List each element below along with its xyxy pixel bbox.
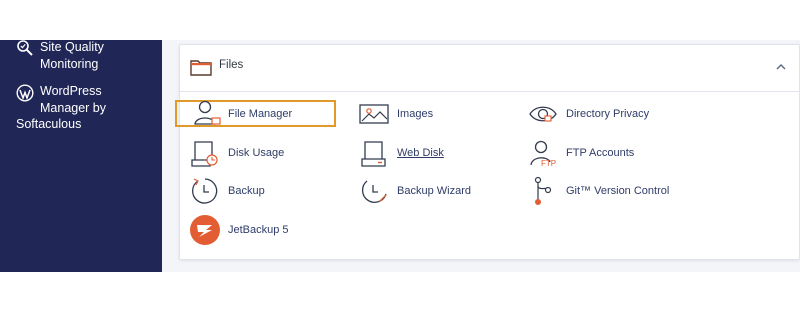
tile-label: Disk Usage [228, 147, 285, 159]
magnifier-icon [17, 40, 33, 56]
web-disk-icon [361, 141, 386, 167]
sidebar: Site Quality Monitoring WordPress Manage… [0, 40, 162, 272]
files-panel-header[interactable]: Files [180, 45, 799, 92]
tile-label: Directory Privacy [566, 108, 650, 120]
tile-disk-usage[interactable]: Disk Usage [190, 138, 340, 168]
git-icon [534, 176, 552, 205]
sidebar-item-label: WordPress [40, 84, 102, 98]
sidebar-item-label: Site Quality [40, 40, 104, 54]
eye-icon [529, 106, 557, 122]
wordpress-icon [16, 84, 34, 102]
backup-icon [192, 178, 218, 204]
tile-directory-privacy[interactable]: Directory Privacy [528, 99, 698, 129]
tile-label: Web Disk [397, 147, 444, 159]
images-icon [359, 104, 389, 124]
chevron-up-icon[interactable] [775, 62, 787, 72]
tile-label: Backup [228, 185, 265, 197]
top-bar [0, 0, 800, 40]
file-manager-icon [194, 100, 221, 125]
jetbackup-icon [190, 215, 220, 245]
tile-label: Images [397, 108, 434, 120]
svg-text:FTP: FTP [541, 159, 556, 168]
tile-backup[interactable]: Backup [190, 176, 340, 206]
tile-images[interactable]: Images [359, 99, 509, 129]
tile-label: FTP Accounts [566, 147, 635, 159]
sidebar-item-label: Monitoring [40, 56, 99, 71]
tile-jetbackup[interactable]: JetBackup 5 [190, 215, 340, 245]
backup-wizard-icon [361, 180, 387, 203]
tile-backup-wizard[interactable]: Backup Wizard [359, 176, 509, 206]
sidebar-item-label: Manager by [40, 100, 107, 115]
sidebar-item-wordpress[interactable]: WordPress Manager by Softaculous [16, 83, 106, 133]
sidebar-item-site-quality[interactable]: Site Quality Monitoring [16, 40, 104, 72]
sidebar-item-label: Softaculous [16, 117, 82, 131]
tile-label: Backup Wizard [397, 185, 471, 197]
folder-icon [190, 60, 212, 76]
tile-git-version-control[interactable]: Git™ Version Control [528, 176, 698, 206]
tile-file-manager[interactable]: File Manager [175, 100, 336, 127]
panel-title: Files [219, 59, 244, 71]
tile-label: Git™ Version Control [566, 185, 670, 197]
ftp-accounts-icon: FTP [530, 140, 556, 168]
disk-usage-icon [191, 141, 218, 167]
tile-label: File Manager [228, 107, 293, 120]
tile-web-disk[interactable]: Web Disk [359, 138, 509, 168]
tile-ftp-accounts[interactable]: FTP FTP Accounts [528, 138, 698, 168]
tile-label: JetBackup 5 [228, 224, 289, 236]
